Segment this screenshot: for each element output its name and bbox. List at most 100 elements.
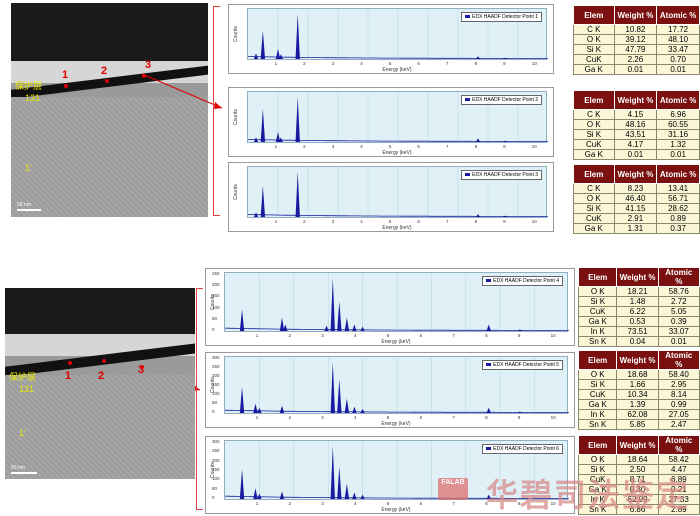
atomic-cell: 28.62 [656, 203, 700, 214]
x-tick-label: 4 [354, 333, 357, 338]
weight-header: Weight % [613, 5, 658, 25]
x-tick-label: 3 [321, 415, 324, 420]
point-1-marker [64, 84, 68, 88]
weight-header: Weight % [616, 267, 659, 287]
x-tick-label: 2 [288, 501, 292, 506]
x-tick-label: 8 [474, 61, 478, 66]
label-131: 131 [25, 93, 41, 103]
x-tick-label: 1 [274, 61, 278, 66]
atomic-cell: 6.96 [656, 109, 700, 120]
atomic-cell: 58.40 [657, 369, 700, 380]
spectrum-peak [330, 362, 335, 413]
y-tick-label: 100 [212, 476, 220, 482]
weight-header: Weight % [613, 164, 658, 184]
spectrum-peak [260, 108, 266, 142]
weight-cell: 18.64 [616, 454, 659, 465]
spectrum-peak [295, 13, 300, 60]
y-tick-label: 100 [212, 304, 220, 310]
x-tick-label: 8 [474, 219, 478, 224]
weight-cell: 2.26 [613, 54, 658, 65]
table-row: CuK 6.22 5.05 [577, 306, 700, 317]
weight-cell: 6.22 [616, 306, 659, 317]
spectrum-peak [352, 324, 357, 331]
table-row: Si K 1.66 2.95 [577, 379, 700, 390]
y-tick-label: 150 [212, 293, 220, 299]
spectrum-panel-1: COGa GaGaSiCuCu GaEDX HAADF Detector Poi… [228, 4, 554, 74]
x-tick-label: 7 [452, 501, 455, 506]
elem-header: Elem [573, 90, 615, 110]
element-cell: CuK [573, 213, 615, 224]
weight-cell: 10.34 [616, 389, 659, 400]
element-cell: Sn K [577, 336, 618, 347]
point-2-marker-2 [102, 359, 106, 363]
weight-cell: 1.39 [616, 399, 659, 410]
table-row: C K 8.23 13.41 [573, 183, 700, 194]
y-tick-label: 300 [212, 355, 220, 360]
element-cell: CuK [573, 54, 615, 65]
y-tick-label: 200 [212, 373, 220, 378]
spectrum-peak [344, 483, 350, 499]
spectrum-peak [360, 408, 365, 413]
atomic-cell: 1.32 [656, 139, 700, 150]
x-tick-label: 10 [531, 61, 537, 66]
element-cell: O K [577, 454, 618, 465]
atomic-cell: 48.10 [656, 34, 700, 45]
watermark-text: 华碧司法鉴定 [486, 477, 691, 513]
elem-header: Elem [573, 164, 615, 184]
tem-image-2: 保护层 131 1' 1 2 3 50 nm [5, 288, 195, 479]
y-tick-label: 100 [212, 391, 220, 396]
weight-header: Weight % [613, 90, 658, 110]
y-tick-label: 150 [212, 467, 220, 472]
weight-cell: 10.82 [613, 24, 658, 35]
label-1-prime: 1' [25, 163, 32, 173]
spectrum-legend: EDX HAADF Detector Point 2 [461, 95, 542, 105]
point-1-marker-2 [68, 361, 72, 365]
spectrum-peak [295, 96, 300, 142]
atomic-cell: 5.05 [657, 306, 700, 317]
table-row: Si K 43.51 31.16 [573, 129, 700, 140]
atomic-cell: 33.47 [656, 44, 700, 55]
x-tick-label: 4 [360, 61, 363, 66]
element-cell: O K [573, 193, 615, 204]
spectrum-peak [344, 398, 350, 413]
elem-header: Elem [577, 267, 618, 287]
spectrum-legend: EDX HAADF Detector Point 1 [461, 12, 542, 22]
element-cell: O K [573, 34, 615, 45]
scale-bar-2 [11, 472, 37, 474]
element-cell: Si K [573, 203, 615, 214]
table-row: CuK 4.17 1.32 [573, 139, 700, 150]
x-tick-label: 5 [386, 501, 390, 506]
atomic-cell: 0.01 [656, 149, 700, 160]
weight-cell: 47.79 [613, 44, 658, 55]
table-row: CuK 2.91 0.89 [573, 213, 700, 224]
weight-cell: 0.53 [616, 316, 659, 327]
point-3-marker-2 [140, 365, 144, 369]
spectrum-peak [253, 488, 258, 499]
x-tick-label: 7 [446, 144, 449, 149]
spectrum-peak [257, 407, 262, 413]
table-row: Si K 41.15 28.62 [573, 203, 700, 214]
spectrum-legend: EDX HAADF Detector Point 6 [482, 444, 563, 454]
atomic-cell: 0.99 [657, 399, 700, 410]
table-row: CuK 10.34 8.14 [577, 389, 700, 400]
x-tick-label: 10 [550, 333, 556, 338]
x-tick-label: 2 [288, 415, 292, 420]
x-tick-label: 2 [303, 144, 306, 149]
spectrum-peak [337, 379, 342, 413]
x-tick-label: 6 [417, 61, 420, 66]
elem-header: Elem [577, 435, 618, 455]
x-tick-label: 9 [517, 415, 521, 420]
atomic-cell: 2.47 [657, 419, 700, 430]
atomic-cell: 58.42 [657, 454, 700, 465]
table-row: O K 18.68 58.40 [577, 369, 700, 380]
spectrum-peak [330, 446, 335, 499]
element-cell: Sn K [577, 419, 618, 430]
spectrum-peak [283, 324, 288, 331]
weight-cell: 18.21 [616, 286, 659, 297]
x-tick-label: 6 [417, 144, 420, 149]
x-tick-label: 3 [321, 501, 324, 506]
table-row: In K 73.51 33.07 [577, 326, 700, 337]
point-2-label: 2 [101, 65, 108, 77]
weight-cell: 2.91 [613, 213, 658, 224]
composition-table-4: Elem Weight % Atomic % O K 18.21 58.76 Si K 1.4… [577, 267, 700, 347]
